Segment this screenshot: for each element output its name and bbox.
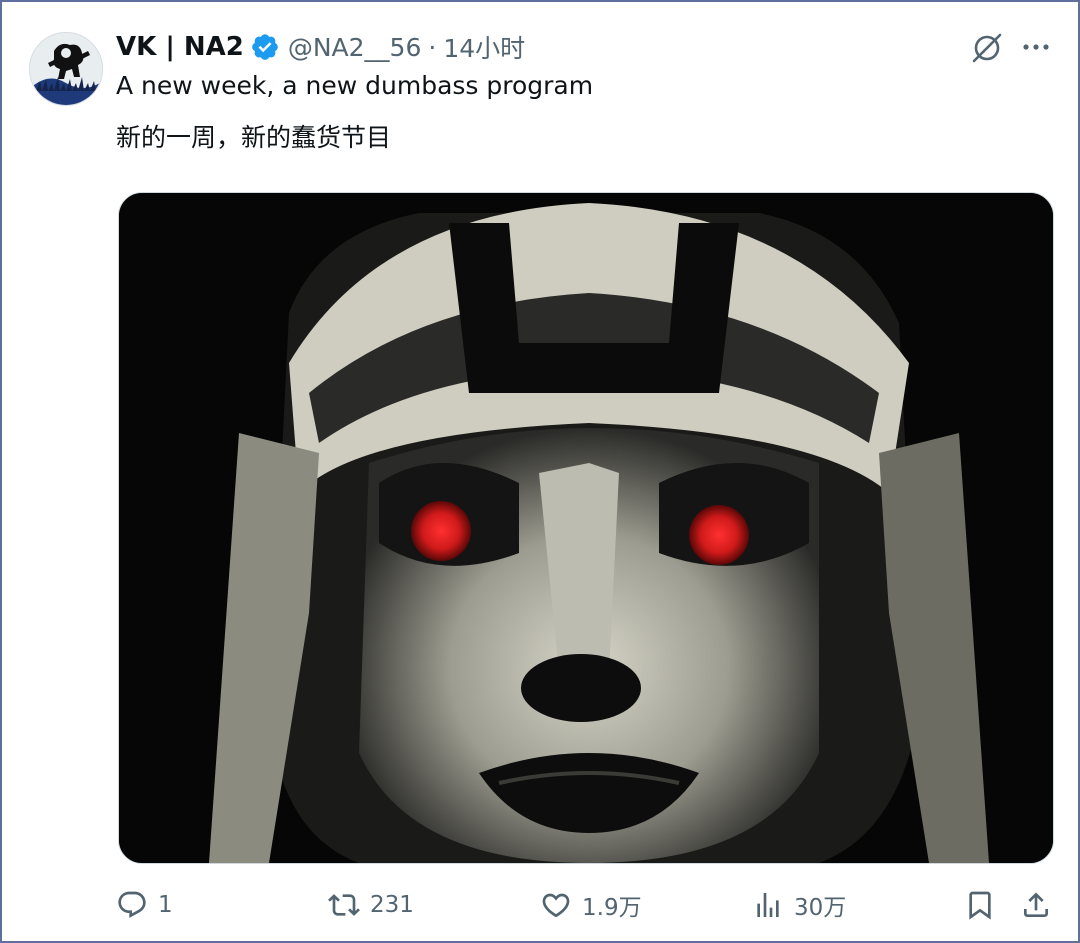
more-icon[interactable] [1018,29,1054,65]
tweet-image[interactable] [118,192,1054,864]
grok-icon[interactable] [968,29,1006,67]
bookmark-icon [969,891,991,920]
tweet-header: VK | NA2 @NA2__56 · 14小时 [116,28,948,66]
share-icon [1024,892,1048,917]
retweet-icon [328,894,360,916]
views-icon [757,893,779,917]
tweet-text-chinese: 新的一周，新的蠢货节目 [116,123,392,152]
right-eye [689,505,749,565]
tweet-card: VK | NA2 @NA2__56 · 14小时 A new week, a n… [0,0,1080,943]
heart-icon [542,893,570,918]
tweet-text: A new week, a new dumbass program 新的一周，新… [116,68,1016,156]
reply-button[interactable]: 1 [116,882,173,928]
left-eye [411,501,471,561]
verified-badge-icon [252,34,278,60]
share-button[interactable] [1020,882,1052,928]
avatar[interactable] [29,32,103,106]
reply-icon [118,891,146,918]
like-count: 1.9万 [582,895,642,921]
avatar-image [30,33,102,105]
action-bar: 1 231 1.9万 30万 [116,882,1066,928]
views-count: 30万 [794,895,847,921]
masked-face-image [119,193,1053,863]
like-button[interactable]: 1.9万 [540,882,642,928]
reply-count: 1 [158,892,173,918]
timestamp[interactable]: 14小时 [443,29,525,65]
handle[interactable]: @NA2__56 [288,33,422,62]
retweet-count: 231 [370,892,414,918]
bookmark-button[interactable] [964,882,996,928]
display-name[interactable]: VK | NA2 [116,32,244,62]
separator-dot: · [428,32,437,62]
retweet-button[interactable]: 231 [328,882,414,928]
tweet-text-english: A new week, a new dumbass program [116,71,594,100]
views-button[interactable]: 30万 [752,882,846,928]
